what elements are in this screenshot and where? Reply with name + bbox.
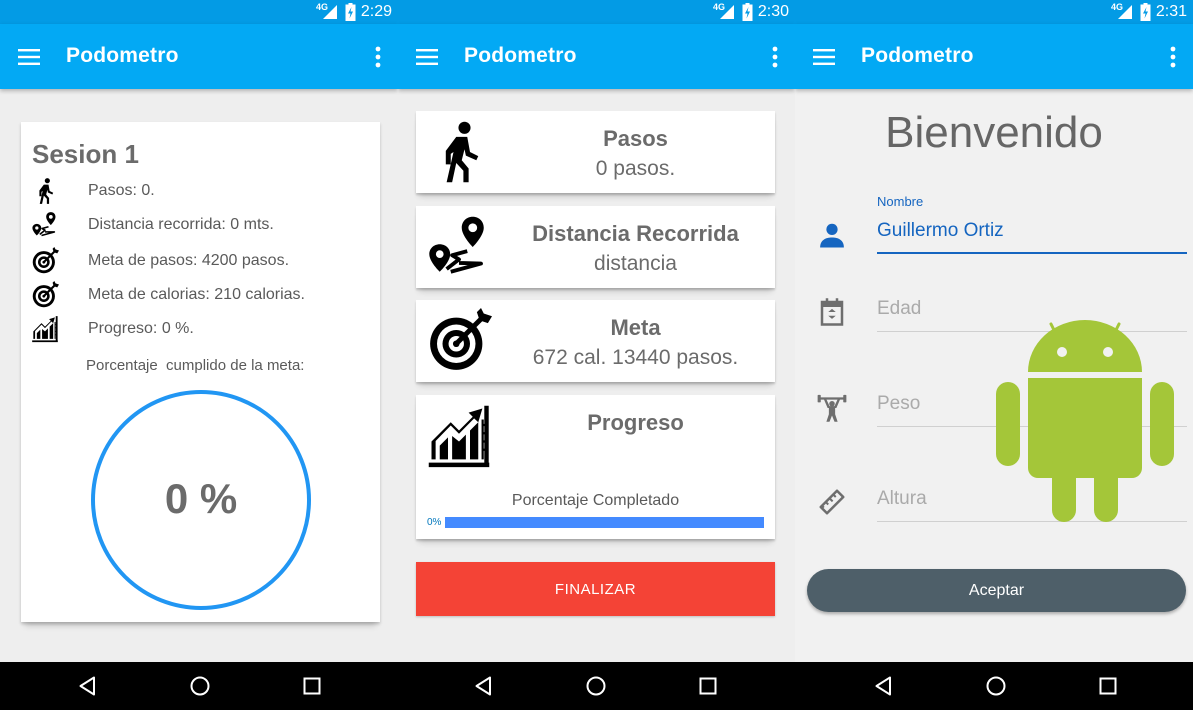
weightlifter-icon [817, 393, 847, 423]
stat-distance: Distancia recorrida: 0 mts. [31, 210, 371, 240]
stat-calorie-goal: Meta de calorias: 210 calorias. [31, 280, 371, 310]
screen-welcome: 4G 2:31 Podometro Bienvenido Nombre Guil… [795, 0, 1193, 710]
card-goal: Meta 672 cal. 13440 pasos. [416, 300, 775, 382]
walk-icon [31, 176, 59, 206]
app-title: Podometro [861, 44, 974, 67]
accept-button[interactable]: Aceptar [807, 569, 1186, 612]
name-field[interactable] [877, 214, 1187, 248]
more-options-icon[interactable] [767, 44, 783, 70]
menu-icon[interactable] [18, 45, 42, 69]
status-time: 2:31 [1155, 3, 1187, 20]
card-goal-title: Meta [610, 315, 661, 340]
signal-icon [717, 4, 735, 20]
percentage-circle: 0 % [91, 390, 311, 610]
welcome-heading: Bienvenido [885, 108, 1103, 157]
home-icon[interactable] [188, 674, 212, 698]
card-distance: Distancia Recorrida distancia [416, 206, 775, 288]
back-icon[interactable] [76, 674, 100, 698]
ruler-icon [817, 487, 847, 517]
session-card: Sesion 1 Pasos: 0. Distancia recorrida: … [21, 122, 380, 622]
nav-bar [0, 662, 398, 710]
progress-bar-fill [445, 517, 764, 528]
stat-steps-text: Pasos: 0. [88, 182, 155, 199]
percentage-value: 0 % [164, 475, 238, 522]
signal-icon [1115, 4, 1133, 20]
back-icon[interactable] [472, 674, 496, 698]
app-bar: Podometro [795, 24, 1193, 89]
home-icon[interactable] [584, 674, 608, 698]
calendar-icon [817, 297, 847, 327]
status-bar: 4G 2:31 [795, 0, 1193, 24]
card-steps-value: 0 pasos. [595, 157, 676, 180]
card-progress-title: Progreso [587, 410, 684, 435]
app-title: Podometro [66, 44, 179, 67]
card-steps: Pasos 0 pasos. [416, 111, 775, 193]
card-progress: Progreso Porcentaje Completado 0% [416, 395, 775, 539]
name-field-label: Nombre [877, 194, 924, 209]
screen-tracking: 4G 2:30 Podometro Pasos 0 pasos. Distanc… [398, 0, 795, 710]
recents-icon[interactable] [696, 674, 720, 698]
progress-bar [445, 517, 764, 528]
route-icon [426, 214, 492, 280]
stat-step-goal-text: Meta de pasos: 4200 pasos. [88, 252, 290, 269]
signal-icon [320, 4, 338, 20]
android-logo-icon [996, 320, 1174, 522]
progress-chart-icon [426, 403, 492, 469]
session-title: Sesion 1 [32, 139, 139, 169]
nav-bar [795, 662, 1193, 710]
name-field-underline [877, 252, 1187, 254]
progress-chart-icon [31, 314, 59, 344]
more-options-icon[interactable] [370, 44, 386, 70]
card-goal-value: 672 cal. 13440 pasos. [532, 346, 739, 369]
target-icon [31, 280, 59, 310]
menu-icon[interactable] [416, 45, 440, 69]
route-icon [31, 210, 59, 240]
recents-icon[interactable] [1096, 674, 1120, 698]
home-icon[interactable] [984, 674, 1008, 698]
back-icon[interactable] [872, 674, 896, 698]
recents-icon[interactable] [300, 674, 324, 698]
battery-charging-icon [1140, 3, 1151, 21]
percentage-label: Porcentaje cumplido de la meta: [86, 357, 305, 374]
menu-icon[interactable] [813, 45, 837, 69]
battery-charging-icon [742, 3, 753, 21]
stat-progress-text: Progreso: 0 %. [88, 320, 194, 337]
status-time: 2:29 [360, 3, 392, 20]
screen-session: 4G 2:29 Podometro Sesion 1 Pasos: 0. Dis… [0, 0, 398, 710]
person-icon [817, 220, 847, 250]
app-bar: Podometro [398, 24, 795, 89]
stat-distance-text: Distancia recorrida: 0 mts. [88, 216, 274, 233]
status-bar: 4G 2:30 [398, 0, 795, 24]
card-steps-title: Pasos [603, 126, 668, 151]
status-bar: 4G 2:29 [0, 0, 398, 24]
more-options-icon[interactable] [1165, 44, 1181, 70]
app-title: Podometro [464, 44, 577, 67]
progress-label: Porcentaje Completado [511, 492, 680, 509]
battery-charging-icon [345, 3, 356, 21]
app-bar: Podometro [0, 24, 398, 89]
card-distance-title: Distancia Recorrida [532, 221, 739, 246]
status-time: 2:30 [757, 3, 789, 20]
stat-step-goal: Meta de pasos: 4200 pasos. [31, 246, 371, 276]
target-icon [31, 246, 59, 276]
card-distance-value: distancia [594, 252, 677, 275]
stat-calorie-goal-text: Meta de calorias: 210 calorias. [88, 286, 305, 303]
stat-progress: Progreso: 0 %. [31, 314, 371, 344]
progress-percent: 0% [427, 517, 442, 528]
target-icon [426, 308, 492, 374]
nav-bar [398, 662, 795, 710]
walk-icon [426, 119, 492, 185]
stat-steps: Pasos: 0. [31, 176, 371, 206]
finish-button[interactable]: FINALIZAR [416, 562, 775, 616]
